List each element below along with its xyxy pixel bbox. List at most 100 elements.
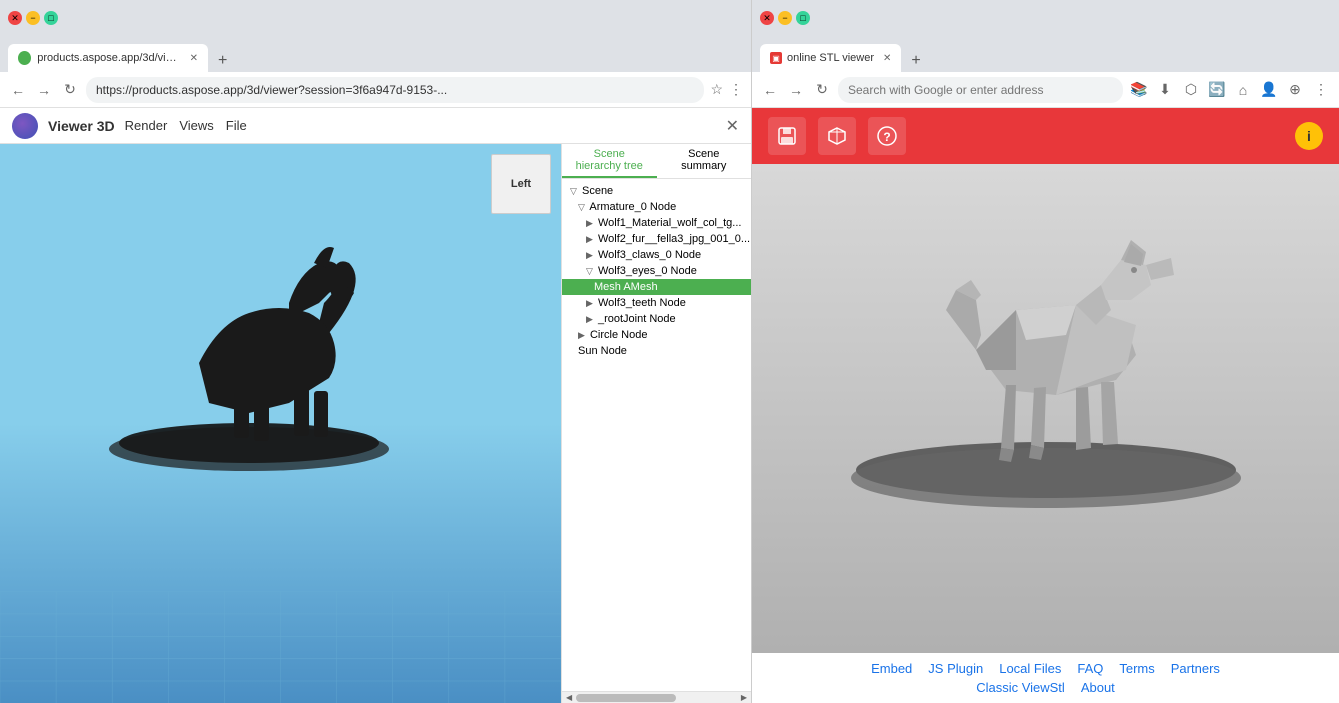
footer-link-terms[interactable]: Terms [1119,661,1154,676]
left-address-bar: ← → ↻ ☆ ⋮ [0,72,751,108]
back-btn[interactable]: ← [8,80,28,100]
close-window-btn[interactable]: ✕ [8,11,22,25]
tree-arrow: ▽ [586,266,593,276]
render-menu-item[interactable]: Render [125,118,168,133]
right-address-input[interactable] [838,77,1123,103]
tree-arrow: ▶ [586,218,593,228]
reader-icon[interactable]: 📚 [1129,80,1149,100]
svg-text:?: ? [883,130,890,144]
right-new-tab-btn[interactable]: + [905,50,926,72]
3d-viewport[interactable]: Left [0,144,561,703]
tree-arrow: ▽ [578,202,585,212]
browser-menu-btn[interactable]: ⋮ [729,81,743,98]
extensions-icon[interactable]: ⊕ [1285,80,1305,100]
tree-arrow: ▶ [586,298,593,308]
panel-tabs: Scene hierarchy tree Scene summary [562,144,751,179]
footer-row-1: Embed JS Plugin Local Files FAQ Terms Pa… [768,661,1323,676]
footer-link-faq[interactable]: FAQ [1077,661,1103,676]
cube-toolbar-btn[interactable] [818,117,856,155]
horizontal-scrollbar[interactable]: ◀ ▶ [562,691,751,703]
tab-title-text: products.aspose.app/3d/view... [37,52,179,64]
right-max-btn[interactable]: □ [796,11,810,25]
tree-label: Scene [582,185,613,197]
left-tab-bar: products.aspose.app/3d/view... ✕ + [0,36,751,72]
minimize-window-btn[interactable]: − [26,11,40,25]
tree-item-wolf2[interactable]: ▶ Wolf2_fur__fella3_jpg_001_0... [562,231,751,247]
scroll-left-btn[interactable]: ◀ [566,693,572,702]
file-menu-item[interactable]: File [226,118,247,133]
address-input[interactable] [86,77,704,103]
tree-item-wolf3-claws[interactable]: ▶ Wolf3_claws_0 Node [562,247,751,263]
right-forward-btn[interactable]: → [786,80,806,100]
scroll-right-btn[interactable]: ▶ [741,693,747,702]
tree-label: Mesh AMesh [594,281,658,293]
right-close-btn[interactable]: ✕ [760,11,774,25]
right-address-bar: ← → ↻ 📚 ⬇ ⬡ 🔄 ⌂ 👤 ⊕ ⋮ [752,72,1339,108]
footer-link-about[interactable]: About [1081,680,1115,695]
right-window-controls: ✕ − □ [760,11,810,25]
tree-arrow: ▶ [586,234,593,244]
app-close-btn[interactable]: ✕ [726,116,739,136]
tree-label: Wolf3_teeth Node [598,297,686,309]
tab-close-btn[interactable]: ✕ [190,53,198,64]
bookmark-btn[interactable]: ☆ [710,81,723,98]
new-tab-btn[interactable]: + [212,50,233,72]
forward-btn[interactable]: → [34,80,54,100]
tree-label: Armature_0 Node [589,201,676,213]
tree-item-circle[interactable]: ▶ Circle Node [562,327,751,343]
right-back-btn[interactable]: ← [760,80,780,100]
footer-link-embed[interactable]: Embed [871,661,912,676]
tree-item-scene[interactable]: ▽ Scene [562,183,751,199]
right-refresh-btn[interactable]: ↻ [812,80,832,100]
tree-item-armature[interactable]: ▽ Armature_0 Node [562,199,751,215]
orientation-label: Left [511,178,531,190]
sync-icon[interactable]: 🔄 [1207,80,1227,100]
right-active-tab[interactable]: ▣ online STL viewer ✕ [760,44,901,72]
scrollbar-thumb[interactable] [576,694,676,702]
right-app-toolbar: ? i [752,108,1339,164]
views-menu-item[interactable]: Views [179,118,213,133]
footer-link-classicviewstl[interactable]: Classic ViewStl [976,680,1065,695]
footer-link-partners[interactable]: Partners [1171,661,1220,676]
right-tab-close[interactable]: ✕ [883,53,891,64]
tab-scene-summary[interactable]: Scene summary [657,144,752,178]
footer-link-localfiles[interactable]: Local Files [999,661,1061,676]
save-toolbar-btn[interactable] [768,117,806,155]
app-title-bar: Viewer 3D Render Views File ✕ [0,108,751,144]
app-logo [12,113,38,139]
right-3d-viewport[interactable] [752,164,1339,653]
firefox-account-icon[interactable]: 👤 [1259,80,1279,100]
tree-arrow: ▶ [586,250,593,260]
wolf-model [89,203,409,503]
left-browser-window: ✕ − □ products.aspose.app/3d/view... ✕ +… [0,0,752,703]
tree-item-wolf1[interactable]: ▶ Wolf1_Material_wolf_col_tg... [562,215,751,231]
footer-link-jsplugin[interactable]: JS Plugin [928,661,983,676]
tab-scene-hierarchy[interactable]: Scene hierarchy tree [562,144,657,178]
pocket-icon[interactable]: ⬡ [1181,80,1201,100]
tree-item-sun[interactable]: Sun Node [562,343,751,359]
cube-icon [826,125,848,147]
tree-label: Sun Node [578,345,627,357]
left-chrome-bar: ✕ − □ [0,0,751,36]
right-min-btn[interactable]: − [778,11,792,25]
right-tab-favicon: ▣ [770,52,782,64]
maximize-window-btn[interactable]: □ [44,11,58,25]
download-icon[interactable]: ⬇ [1155,80,1175,100]
tree-item-rootjoint[interactable]: ▶ _rootJoint Node [562,311,751,327]
right-tab-title: online STL viewer [787,52,874,64]
main-content-area: Left Scene hierarchy tree Scene summary … [0,144,751,703]
info-btn[interactable]: i [1295,122,1323,150]
tree-item-wolf3-eyes[interactable]: ▽ Wolf3_eyes_0 Node [562,263,751,279]
tab-favicon [18,51,31,65]
home-icon[interactable]: ⌂ [1233,80,1253,100]
tree-label: Wolf1_Material_wolf_col_tg... [598,217,741,229]
right-browser-window: ✕ − □ ▣ online STL viewer ✕ + ← → ↻ 📚 ⬇ … [752,0,1339,703]
help-toolbar-btn[interactable]: ? [868,117,906,155]
left-active-tab[interactable]: products.aspose.app/3d/view... ✕ [8,44,208,72]
right-chrome-bar: ✕ − □ [752,0,1339,36]
tree-item-wolf3-teeth[interactable]: ▶ Wolf3_teeth Node [562,295,751,311]
right-menu-btn[interactable]: ⋮ [1311,80,1331,100]
orientation-cube: Left [491,154,551,214]
refresh-btn[interactable]: ↻ [60,80,80,100]
tree-item-mesh-amesh[interactable]: Mesh AMesh [562,279,751,295]
